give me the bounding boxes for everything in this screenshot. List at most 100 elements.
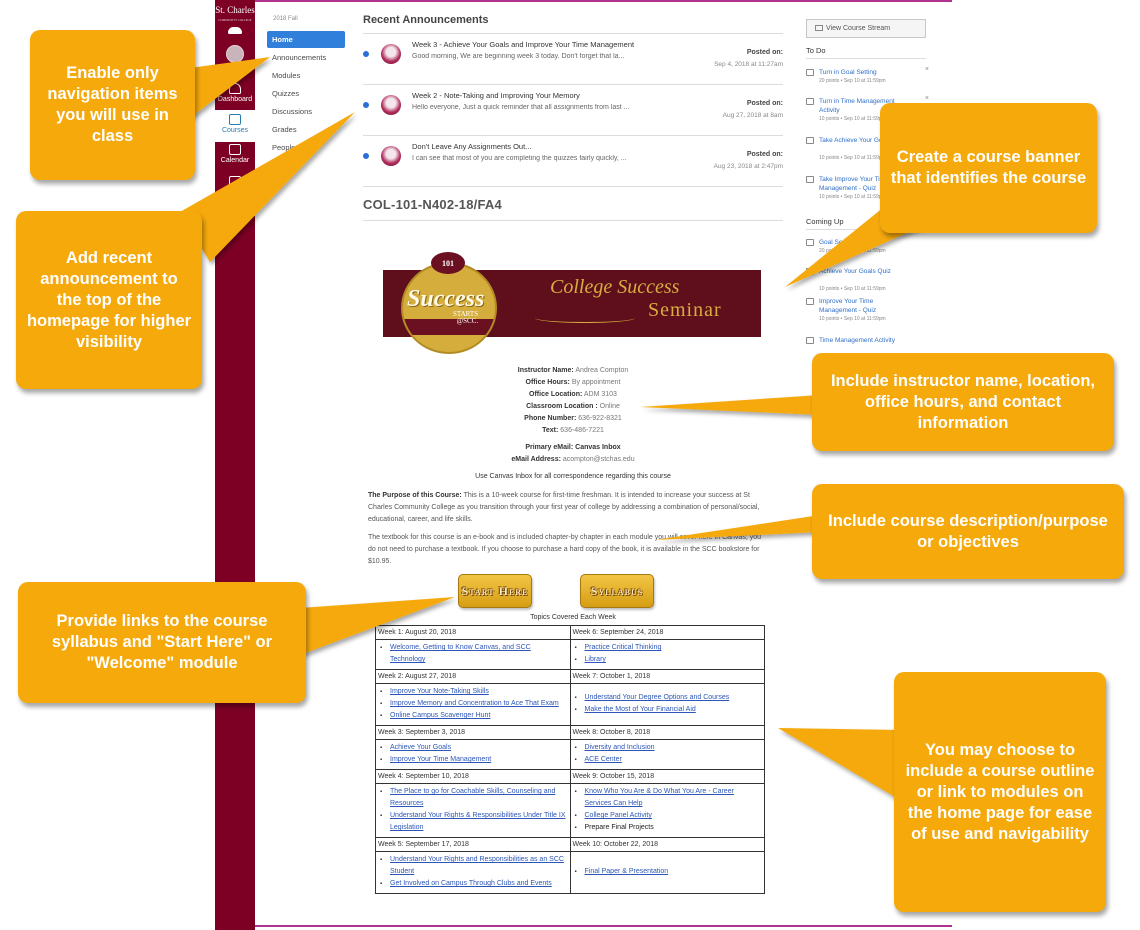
topic-link[interactable]: Make the Most of Your Financial Aid	[585, 706, 696, 713]
topic-link[interactable]: ACE Center	[585, 756, 622, 763]
callout-banner: Create a course banner that identifies t…	[880, 103, 1097, 233]
value: 636-486-7221	[560, 427, 604, 434]
topic-list: Understand Your Degree Options and Cours…	[573, 692, 763, 716]
topic-link[interactable]: Improve Your Note-Taking Skills	[390, 688, 489, 695]
announcement-item[interactable]: Week 2 - Note-Taking and Improving Your …	[363, 85, 783, 135]
unread-dot-icon	[363, 51, 369, 57]
topic-link[interactable]: Understand Your Rights & Responsibilitie…	[390, 812, 565, 831]
nav-label: Courses	[221, 127, 249, 134]
posted-date: Sep 4, 2018 at 11:27am	[714, 61, 783, 68]
topic-link[interactable]: Achieve Your Goals	[390, 744, 451, 751]
quiz-icon	[806, 298, 814, 305]
author-avatar	[381, 44, 401, 64]
dismiss-icon[interactable]: ×	[925, 95, 929, 102]
topic-item: Achieve Your Goals	[378, 742, 568, 754]
topic-link[interactable]: Library	[585, 656, 606, 663]
value: 636-922-8321	[578, 415, 622, 422]
global-nav: St. Charles COMMUNITY COLLEGE Dashboard …	[215, 0, 255, 930]
topic-item: Understand Your Rights and Responsibilit…	[378, 854, 568, 878]
item-title[interactable]: Improve Your Time Management - Quiz	[819, 297, 907, 315]
week-topics: Know Who You Are & Do What You Are - Car…	[569, 783, 765, 838]
global-nav-calendar[interactable]: Calendar	[215, 144, 255, 170]
topic-item: ACE Center	[573, 754, 763, 766]
topic-link[interactable]: Welcome, Getting to Know Canvas, and SCC…	[390, 644, 531, 663]
topic-link[interactable]: Know Who You Are & Do What You Are - Car…	[585, 788, 734, 807]
announcement-item[interactable]: Week 3 - Achieve Your Goals and Improve …	[363, 34, 783, 84]
course-nav-grades[interactable]: Grades	[267, 121, 345, 138]
topic-item: The Place to go for Coachable Skills, Co…	[378, 786, 568, 810]
week-topics-row: The Place to go for Coachable Skills, Co…	[375, 783, 765, 838]
course-nav-modules[interactable]: Modules	[267, 67, 345, 84]
topics-table: Week 1: August 20, 2018 Week 6: September…	[375, 625, 765, 894]
week-header-row: Week 5: September 17, 2018 Week 10: Octob…	[375, 837, 765, 852]
week-header-row: Week 3: September 3, 2018 Week 8: October…	[375, 725, 765, 740]
global-nav-courses[interactable]: Courses	[215, 110, 255, 142]
item-title[interactable]: Turn in Goal Setting	[819, 68, 907, 77]
divider	[363, 220, 783, 221]
global-nav-dashboard[interactable]: Dashboard	[215, 83, 255, 109]
item-title[interactable]: Achieve Your Goals Quiz	[819, 267, 907, 276]
week-header: Week 3: September 3, 2018	[375, 725, 571, 740]
week-topics-row: Improve Your Note-Taking Skills Improve M…	[375, 683, 765, 726]
posted-label: Posted on:	[746, 151, 783, 158]
course-nav-announcements[interactable]: Announcements	[267, 49, 345, 66]
course-nav-discussions[interactable]: Discussions	[267, 103, 345, 120]
label: Text:	[542, 427, 559, 434]
item-title[interactable]: Goal Setting	[819, 238, 907, 247]
topic-link[interactable]: Final Paper & Presentation	[585, 868, 669, 875]
item-title[interactable]: Time Management Activity	[819, 336, 907, 345]
course-nav-quizzes[interactable]: Quizzes	[267, 85, 345, 102]
topic-list: Diversity and Inclusion ACE Center	[573, 742, 763, 766]
dismiss-icon[interactable]: ×	[925, 66, 929, 73]
syllabus-button[interactable]: Syllabus	[580, 574, 654, 608]
topic-item: Prepare Final Projects	[573, 822, 763, 834]
label: Classroom Location :	[526, 403, 598, 410]
success-badge: Success STARTS @SCC. 101	[401, 252, 497, 354]
topic-link[interactable]: Online Campus Scavenger Hunt	[390, 712, 490, 719]
callout-nav: Enable only navigation items you will us…	[30, 30, 195, 180]
topic-item: Diversity and Inclusion	[573, 742, 763, 754]
topic-item: Welcome, Getting to Know Canvas, and SCC…	[378, 642, 568, 666]
author-avatar	[381, 146, 401, 166]
topic-link[interactable]: Improve Memory and Concentration to Ace …	[390, 700, 559, 707]
assignment-icon	[806, 337, 814, 344]
week-header-row: Week 1: August 20, 2018 Week 6: September…	[375, 625, 765, 640]
badge-sub2: @SCC.	[456, 317, 479, 325]
topic-link[interactable]: Improve Your Time Management	[390, 756, 491, 763]
todo-heading: To Do	[806, 46, 826, 55]
topic-link[interactable]: Diversity and Inclusion	[585, 744, 655, 751]
topic-list: Practice Critical Thinking Library	[573, 642, 763, 666]
week-header: Week 5: September 17, 2018	[375, 837, 571, 852]
account-avatar[interactable]	[226, 45, 244, 63]
badge-word: Success	[407, 286, 485, 312]
posted-date: Aug 27, 2018 at 8am	[722, 112, 783, 119]
week-header-row: Week 4: September 10, 2018 Week 9: Octobe…	[375, 769, 765, 784]
topic-link[interactable]: Practice Critical Thinking	[585, 644, 662, 651]
week-topics: Practice Critical Thinking Library	[569, 639, 765, 670]
view-course-stream-button[interactable]: View Course Stream	[806, 19, 926, 38]
topic-link[interactable]: Understand Your Degree Options and Cours…	[585, 694, 730, 701]
announcement-item[interactable]: Don't Leave Any Assignments Out... I can…	[363, 136, 783, 186]
unread-dot-icon	[363, 153, 369, 159]
topic-link[interactable]: Get Involved on Campus Through Clubs and…	[390, 880, 552, 887]
value: Andrea Compton	[575, 367, 629, 374]
week-header: Week 6: September 24, 2018	[569, 625, 765, 640]
week-topics: Diversity and Inclusion ACE Center	[569, 739, 765, 770]
item-meta: 10 points • Sep 10 at 11:59pm	[819, 155, 886, 161]
callout-outline: You may choose to include a course outli…	[894, 672, 1106, 912]
college-logo[interactable]: St. Charles COMMUNITY COLLEGE	[215, 6, 255, 34]
topic-link[interactable]: Understand Your Rights and Responsibilit…	[390, 856, 564, 875]
course-nav-people[interactable]: People	[267, 139, 345, 156]
announcement-title[interactable]: Week 3 - Achieve Your Goals and Improve …	[412, 40, 702, 49]
course-nav-home[interactable]: Home	[267, 31, 345, 48]
office-location-row: Office Location: ADM 3103	[363, 389, 783, 401]
week-header: Week 4: September 10, 2018	[375, 769, 571, 784]
start-here-button[interactable]: Start Here	[458, 574, 532, 608]
topic-link[interactable]: College Panel Activity	[585, 812, 652, 819]
global-nav-inbox[interactable]	[215, 176, 255, 190]
announcement-title[interactable]: Week 2 - Note-Taking and Improving Your …	[412, 91, 702, 100]
topic-link[interactable]: The Place to go for Coachable Skills, Co…	[390, 788, 555, 807]
topic-item: College Panel Activity	[573, 810, 763, 822]
label: Instructor Name:	[517, 367, 574, 374]
announcement-title[interactable]: Don't Leave Any Assignments Out...	[412, 142, 702, 151]
